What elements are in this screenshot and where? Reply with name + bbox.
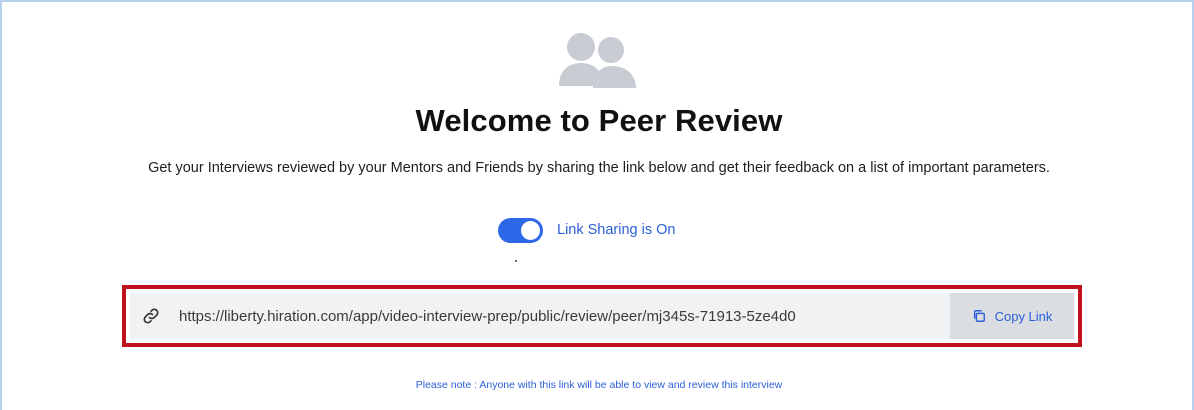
link-sharing-row: Link Sharing is On	[498, 215, 675, 245]
share-link-bar: https://liberty.hiration.com/app/video-i…	[130, 293, 1074, 339]
sharing-note: Please note : Anyone with this link will…	[415, 379, 783, 391]
review-panel: Welcome to Peer Review Get your Intervie…	[0, 0, 1194, 410]
toggle-knob	[521, 220, 540, 240]
page-description: Get your Interviews reviewed by your Men…	[148, 160, 1050, 176]
copy-icon	[973, 310, 985, 322]
link-sharing-toggle[interactable]	[498, 217, 543, 243]
page-title: Welcome to Peer Review	[415, 103, 783, 138]
link-icon	[141, 306, 161, 326]
share-link-url[interactable]: https://liberty.hiration.com/app/video-i…	[179, 308, 950, 325]
users-group-icon	[559, 33, 636, 88]
decorative-dot	[515, 260, 517, 262]
copy-link-button[interactable]: Copy Link	[950, 293, 1074, 339]
copy-link-label: Copy Link	[994, 308, 1053, 324]
link-sharing-label: Link Sharing is On	[557, 222, 676, 238]
